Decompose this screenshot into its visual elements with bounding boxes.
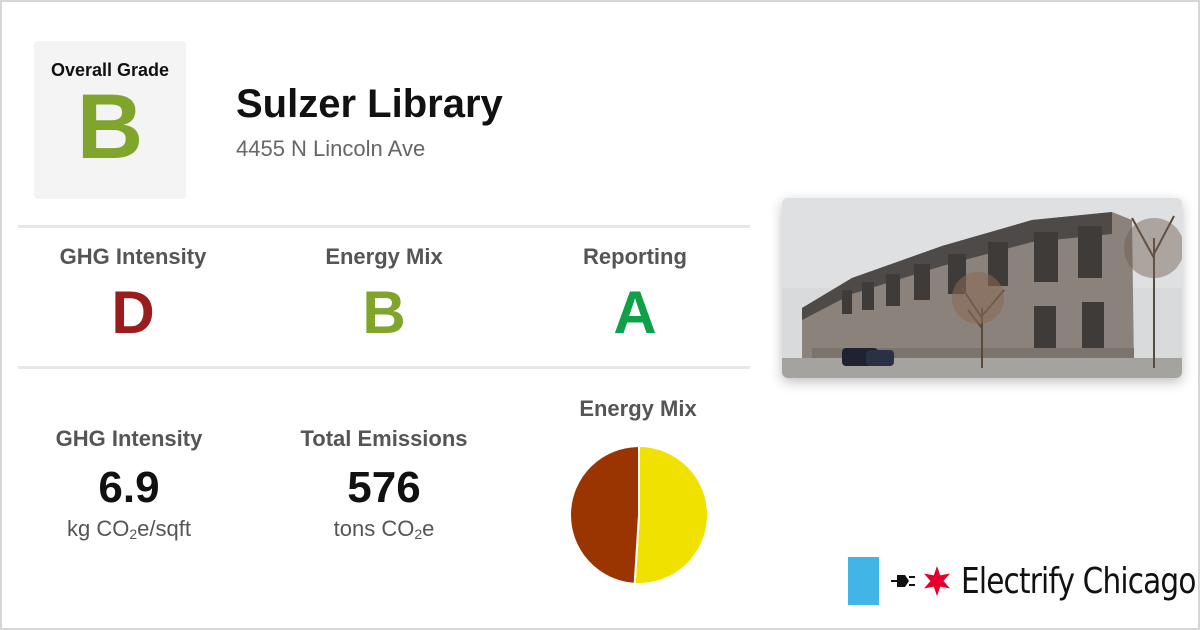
divider-middle [18, 366, 750, 369]
grade-energy-mix: Energy Mix B [259, 244, 509, 348]
grade-letter: D [111, 279, 155, 346]
stat-ghg-intensity: GHG Intensity 6.9 kg CO2e/sqft [4, 426, 254, 542]
electrify-chicago-logo: Electrify Chicago [848, 557, 1200, 605]
overall-grade-letter: B [76, 76, 144, 178]
energy-mix-pie [569, 444, 709, 585]
building-name: Sulzer Library [236, 82, 503, 126]
stat-value: 576 [347, 463, 421, 512]
grade-title: Reporting [583, 244, 687, 269]
pie-slice-1 [569, 444, 640, 585]
stat-unit: tons CO2e [333, 516, 435, 542]
divider-top [18, 225, 750, 228]
pie-slice-0 [633, 444, 709, 585]
grade-ghg-intensity: GHG Intensity D [8, 244, 258, 348]
grade-reporting: Reporting A [510, 244, 760, 348]
overall-grade-box: Overall Grade B [34, 41, 186, 199]
stat-title: Total Emissions [300, 426, 468, 451]
grade-title: Energy Mix [325, 244, 443, 269]
energy-mix-title: Energy Mix [579, 396, 697, 421]
grade-title: GHG Intensity [59, 244, 207, 269]
plug-icon [891, 575, 915, 587]
stat-total-emissions: Total Emissions 576 tons CO2e [259, 426, 509, 542]
stat-unit: kg CO2e/sqft [67, 516, 191, 542]
logo-text: Electrify Chicago [961, 560, 1196, 602]
stat-value: 6.9 [98, 463, 160, 512]
chicago-star-icon [924, 566, 950, 596]
building-photo [782, 198, 1182, 378]
stat-title: GHG Intensity [55, 426, 203, 451]
chicago-flag-icon [848, 557, 879, 605]
grade-letter: B [362, 279, 406, 346]
building-address: 4455 N Lincoln Ave [236, 136, 426, 161]
grade-letter: A [613, 279, 657, 346]
